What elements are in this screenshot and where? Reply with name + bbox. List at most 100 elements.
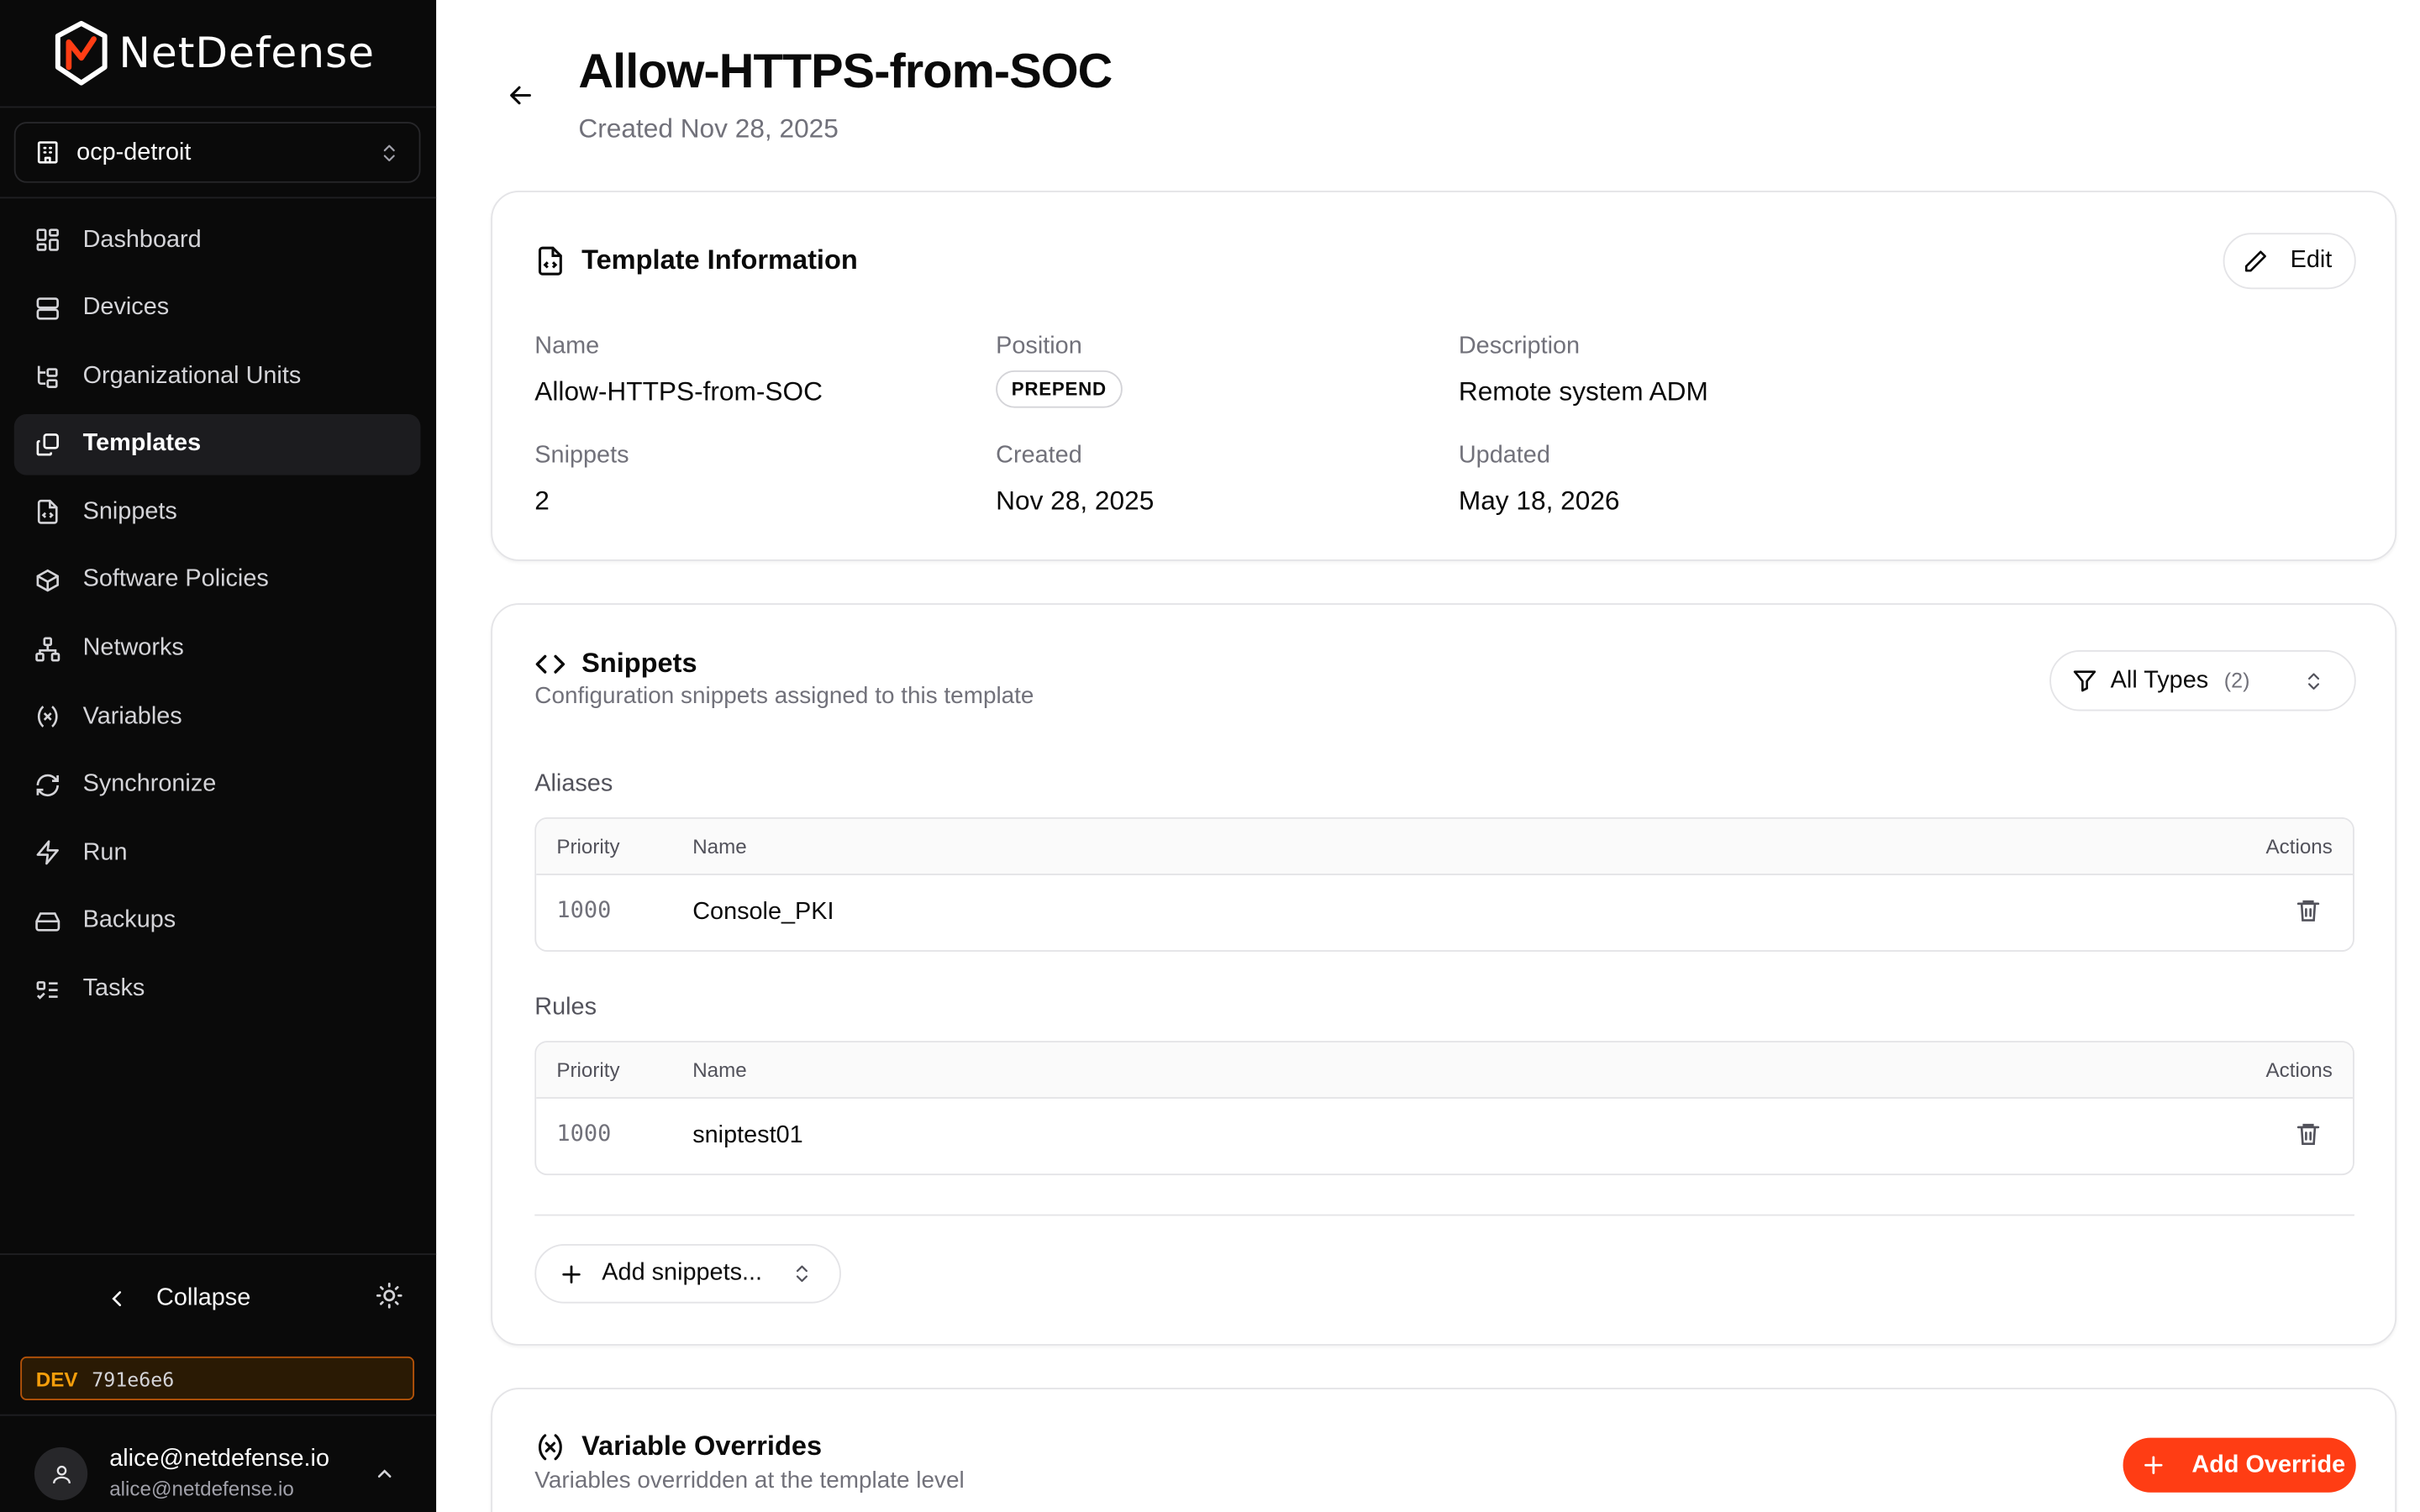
file-code-icon: [37, 500, 58, 525]
add-snippets-label: Add snippets...: [602, 1259, 763, 1287]
snippets-count-label: Snippets: [534, 442, 629, 470]
table-row[interactable]: 1000 Console_PKI: [536, 875, 2353, 950]
org-switcher[interactable]: ocp-detroit: [13, 122, 421, 183]
chevrons-up-down-icon: [796, 1265, 808, 1283]
sidebar: NetDefense ocp-detroit Dashboard Devices…: [0, 0, 437, 1512]
filter-count: (2): [2223, 669, 2250, 693]
snippets-header: Snippets: [534, 647, 697, 680]
collapse-row: Collapse: [0, 1269, 436, 1329]
plus-icon: [562, 1264, 581, 1284]
page-title: Allow-HTTPS-from-SOC: [578, 44, 1113, 99]
user-menu[interactable]: alice@netdefense.io alice@netdefense.io: [0, 1416, 436, 1512]
description-label: Description: [1458, 333, 1581, 360]
collapse-button[interactable]: Collapse: [107, 1284, 251, 1312]
delete-button[interactable]: [2295, 1121, 2322, 1155]
updated-label: Updated: [1458, 442, 1550, 470]
updated-value: May 18, 2026: [1458, 486, 1620, 516]
plus-icon: [2144, 1456, 2163, 1474]
sidebar-item-label: Dashboard: [82, 225, 202, 253]
variable-overrides-card: Variable Overrides Variables overridden …: [491, 1388, 2397, 1512]
code-icon: [535, 654, 566, 673]
card-title: Snippets: [581, 647, 697, 679]
refresh-icon: [36, 774, 59, 796]
back-button[interactable]: [505, 80, 536, 119]
network-icon: [35, 636, 60, 661]
user-email: alice@netdefense.io: [109, 1477, 294, 1501]
sidebar-item-software-policies[interactable]: Software Policies: [14, 550, 421, 612]
collapse-label: Collapse: [156, 1284, 251, 1311]
column-name: Name: [692, 1058, 747, 1082]
row-name: Console_PKI: [692, 898, 834, 926]
package-icon: [36, 569, 59, 592]
sidebar-nav: Dashboard Devices Organizational Units T…: [13, 209, 421, 1026]
sidebar-item-tasks[interactable]: Tasks: [14, 958, 421, 1020]
name-value: Allow-HTTPS-from-SOC: [534, 376, 823, 407]
org-label: ocp-detroit: [76, 138, 192, 165]
sidebar-item-label: Software Policies: [82, 566, 269, 594]
snippets-card: Snippets Configuration snippets assigned…: [491, 603, 2397, 1346]
snippets-count-value: 2: [534, 486, 550, 516]
sidebar-item-label: Organizational Units: [82, 362, 302, 389]
sidebar-item-devices[interactable]: Devices: [14, 277, 421, 339]
add-snippets-select[interactable]: Add snippets...: [534, 1243, 841, 1304]
divider: [534, 1214, 2354, 1216]
add-override-label: Add Override: [2191, 1451, 2346, 1478]
sidebar-item-label: Networks: [82, 634, 184, 662]
app-logo[interactable]: NetDefense: [0, 0, 437, 108]
pencil-icon: [2244, 249, 2266, 271]
column-priority: Priority: [556, 834, 620, 858]
table-header: Priority Name Actions: [536, 1042, 2354, 1099]
column-priority: Priority: [556, 1058, 620, 1082]
trash-icon: [2296, 1123, 2320, 1145]
type-filter-select[interactable]: All Types (2): [2049, 649, 2356, 711]
column-name: Name: [692, 834, 747, 858]
sidebar-item-label: Tasks: [82, 975, 145, 1002]
description-value: Remote system ADM: [1458, 376, 1708, 407]
user-name: alice@netdefense.io: [109, 1445, 330, 1473]
aliases-table: Priority Name Actions 1000 Console_PKI: [534, 817, 2354, 953]
chevron-up-icon: [377, 1469, 392, 1478]
snippets-description: Configuration snippets assigned to this …: [534, 683, 1034, 710]
table-header: Priority Name Actions: [536, 818, 2354, 875]
created-value: Nov 28, 2025: [996, 486, 1155, 516]
column-actions: Actions: [2265, 834, 2333, 858]
netdefense-logo-icon: [55, 20, 108, 86]
rules-table: Priority Name Actions 1000 sniptest01: [534, 1041, 2354, 1176]
sidebar-item-run[interactable]: Run: [14, 822, 421, 884]
sidebar-item-label: Templates: [82, 430, 202, 457]
sidebar-item-synchronize[interactable]: Synchronize: [14, 754, 421, 816]
position-label: Position: [996, 333, 1082, 360]
group-label-aliases: Aliases: [534, 770, 613, 797]
edit-button[interactable]: Edit: [2223, 233, 2356, 290]
env-hash: 791e6e6: [92, 1367, 175, 1390]
name-label: Name: [534, 333, 600, 360]
sidebar-item-organizational-units[interactable]: Organizational Units: [14, 346, 421, 407]
table-row[interactable]: 1000 sniptest01: [536, 1099, 2353, 1173]
overrides-description: Variables overridden at the template lev…: [534, 1467, 965, 1494]
env-tag: DEV: [35, 1367, 78, 1390]
sidebar-item-snippets[interactable]: Snippets: [14, 482, 421, 543]
env-badge: DEV 791e6e6: [20, 1356, 415, 1401]
user-icon: [52, 1464, 71, 1483]
sidebar-item-dashboard[interactable]: Dashboard: [14, 209, 421, 270]
row-priority: 1000: [556, 898, 612, 924]
card-title: Template Information: [581, 244, 858, 276]
chevrons-up-down-icon: [2308, 672, 2320, 690]
sidebar-item-templates[interactable]: Templates: [13, 413, 421, 475]
sidebar-item-label: Snippets: [82, 498, 177, 525]
sidebar-item-variables[interactable]: Variables: [14, 686, 421, 748]
filter-label: All Types: [2110, 666, 2209, 694]
sidebar-item-backups[interactable]: Backups: [14, 890, 421, 952]
row-priority: 1000: [556, 1121, 612, 1147]
dashboard-icon: [36, 228, 59, 251]
variable-icon: [37, 706, 58, 728]
chevron-left-icon: [112, 1291, 122, 1306]
sidebar-item-label: Devices: [82, 293, 170, 321]
add-override-button[interactable]: Add Override: [2123, 1437, 2356, 1493]
delete-button[interactable]: [2295, 897, 2322, 932]
file-code-icon: [538, 245, 562, 275]
edit-label: Edit: [2290, 246, 2333, 274]
theme-toggle[interactable]: [376, 1281, 403, 1317]
sidebar-item-networks[interactable]: Networks: [14, 618, 421, 680]
sun-icon: [376, 1282, 402, 1308]
